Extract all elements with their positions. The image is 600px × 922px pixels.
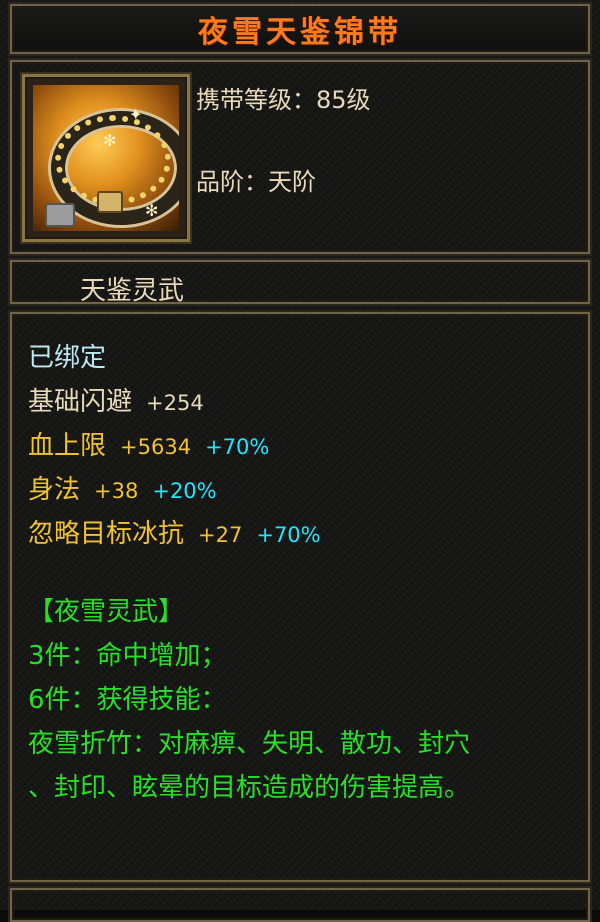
bottom-box	[10, 888, 590, 922]
sparkle-icon: ✻	[103, 131, 117, 150]
attribute-value: +5634	[120, 435, 192, 459]
item-icon-slot[interactable]: ✻ ✻ ✦	[22, 74, 190, 242]
attribute-value: +27	[198, 523, 243, 547]
carry-level: 携带等级：85级	[196, 86, 371, 114]
attribute-name: 忽略目标冰抗	[28, 519, 185, 549]
attribute-row: 身法 +38 +20%	[28, 474, 217, 507]
sparkle-icon: ✦	[129, 105, 143, 124]
sparkle-icon: ✻	[145, 201, 159, 220]
item-type: 天鉴灵武	[80, 276, 185, 306]
attribute-bonus: +70%	[256, 523, 321, 547]
attribute-row: 基础闪避 +254	[28, 386, 204, 419]
attribute-name: 血上限	[28, 431, 107, 461]
attribute-name: 基础闪避	[28, 387, 133, 417]
set-skill-description: 夜雪折竹：对麻痹、失明、散功、封穴	[28, 729, 471, 759]
golden-belt-icon: ✻ ✻ ✦	[33, 85, 179, 231]
item-grade: 品阶：天阶	[196, 168, 316, 196]
set-name: 【夜雪灵武】	[28, 597, 185, 627]
attribute-row: 忽略目标冰抗 +27 +70%	[28, 518, 321, 551]
attribute-row: 血上限 +5634 +70%	[28, 430, 269, 463]
lock-icon	[45, 203, 75, 227]
set-skill-description-continued: 、封印、眩晕的目标造成的伤害提高。	[28, 773, 471, 803]
title-bar: 夜雪天鉴锦带	[10, 4, 590, 54]
attribute-bonus: +70%	[205, 435, 270, 459]
item-title: 夜雪天鉴锦带	[198, 15, 402, 50]
item-tooltip-panel: 夜雪天鉴锦带 ✻ ✻ ✦ 携带等级：85级 品阶：天阶 天鉴灵武 已绑定 基础闪…	[0, 0, 600, 922]
bound-status: 已绑定	[28, 343, 107, 373]
set-bonus-6: 6件：获得技能：	[28, 685, 227, 715]
attribute-value: +254	[146, 391, 204, 415]
attribute-name: 身法	[28, 475, 81, 505]
attribute-value: +38	[94, 479, 139, 503]
belt-buckle-shape	[97, 191, 123, 213]
set-bonus-3: 3件：命中增加；	[28, 641, 227, 671]
attribute-bonus: +20%	[152, 479, 217, 503]
